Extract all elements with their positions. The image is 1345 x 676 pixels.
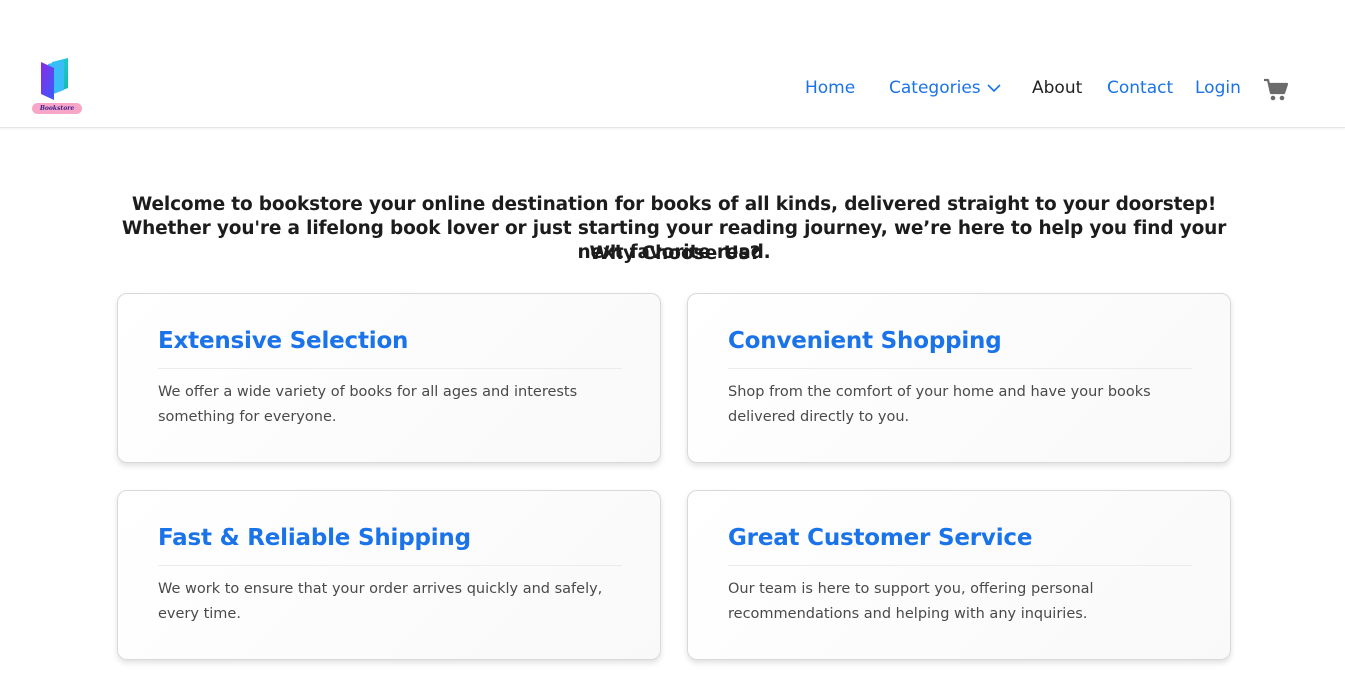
feature-card: Great Customer Service Our team is here … [687, 490, 1231, 660]
nav-categories-label: Categories [889, 78, 981, 98]
feature-title: Fast & Reliable Shipping [158, 525, 471, 551]
feature-text: We offer a wide variety of books for all… [158, 384, 578, 425]
divider [158, 565, 622, 566]
feature-title: Extensive Selection [158, 328, 409, 354]
feature-text: We work to ensure that your order arrive… [158, 581, 603, 622]
feature-card: Convenient Shopping Shop from the comfor… [687, 293, 1231, 463]
nav-contact[interactable]: Contact [1107, 76, 1173, 100]
cart-icon [1264, 78, 1289, 101]
cart-button[interactable] [1262, 76, 1290, 104]
navbar: Bookstore Home Categories About Contact … [0, 0, 1345, 128]
feature-card: Fast & Reliable Shipping We work to ensu… [117, 490, 661, 660]
feature-title: Convenient Shopping [728, 328, 1002, 354]
logo[interactable]: Bookstore [30, 58, 84, 116]
divider [728, 368, 1192, 369]
feature-title: Great Customer Service [728, 525, 1033, 551]
nav-home[interactable]: Home [805, 76, 855, 100]
nav-about[interactable]: About [1032, 76, 1082, 100]
nav-categories[interactable]: Categories [889, 76, 1001, 100]
chevron-down-icon [987, 84, 1001, 93]
feature-card: Extensive Selection We offer a wide vari… [117, 293, 661, 463]
nav-login[interactable]: Login [1195, 76, 1241, 100]
feature-text: Our team is here to support you, offerin… [728, 581, 1094, 622]
divider [728, 565, 1192, 566]
logo-label: Bookstore [32, 103, 82, 114]
why-heading: Why Choose Us? [589, 243, 761, 264]
feature-text: Shop from the comfort of your home and h… [728, 384, 1151, 425]
divider [158, 368, 622, 369]
logo-book-icon [41, 58, 68, 100]
